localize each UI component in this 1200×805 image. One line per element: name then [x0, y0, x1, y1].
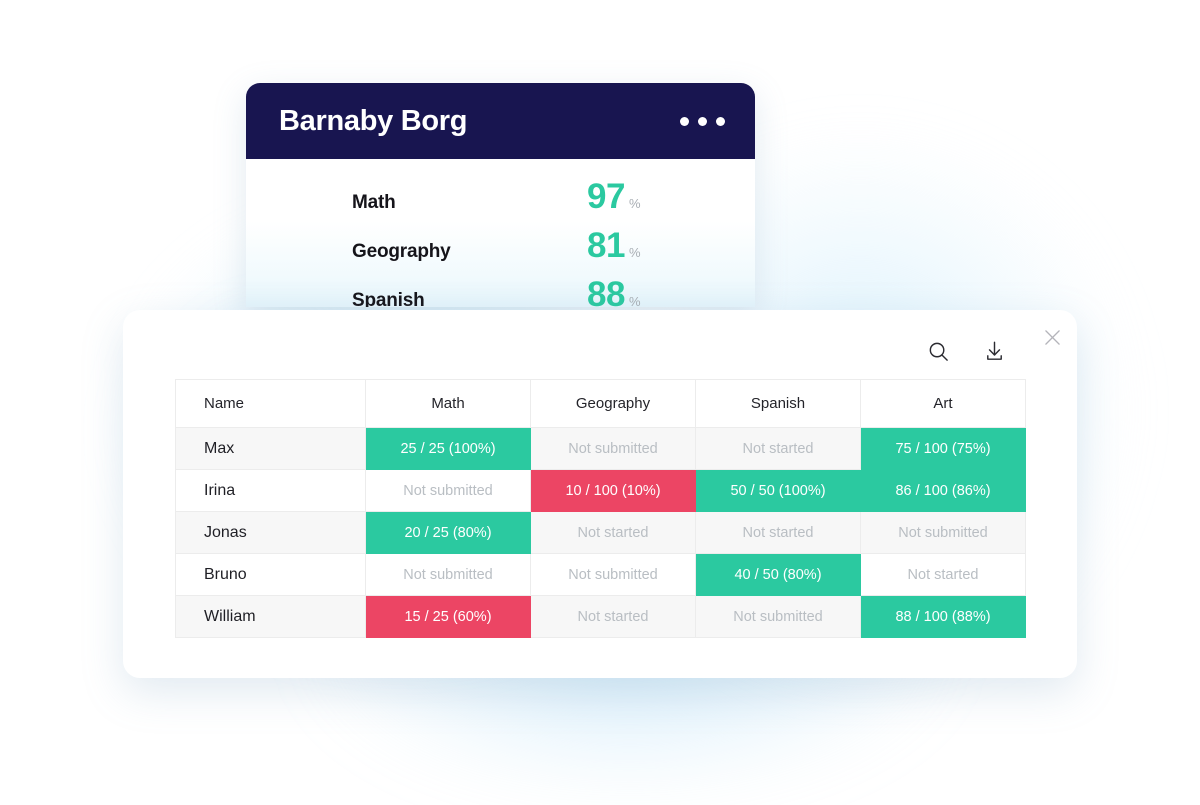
column-header-name[interactable]: Name — [175, 379, 366, 428]
student-name-cell: Bruno — [175, 553, 366, 596]
dot-3 — [716, 116, 725, 126]
grade-cell: 50 / 50 (100%) — [695, 469, 861, 512]
grade-score-value: 88 — [587, 275, 625, 307]
student-name-cell: Irina — [175, 469, 366, 512]
table-row[interactable]: Jonas 20 / 25 (80%) Not started Not star… — [175, 511, 1026, 554]
grade-subject-label: Spanish — [352, 290, 425, 307]
student-name-title: Barnaby Borg — [279, 104, 468, 137]
grade-cell: Not submitted — [530, 427, 696, 470]
close-button[interactable] — [1039, 324, 1065, 350]
grade-cell: 10 / 100 (10%) — [530, 469, 696, 512]
search-icon — [929, 342, 948, 361]
grade-cell: 86 / 100 (86%) — [860, 469, 1026, 512]
grade-cell: Not started — [695, 427, 861, 470]
grade-cell: Not submitted — [860, 511, 1026, 554]
modal-toolbar — [919, 332, 1013, 370]
dot-1 — [680, 116, 689, 126]
student-summary-card: Barnaby Borg Math 97 % Geography 81 % Sp… — [246, 83, 755, 307]
grade-score-value: 97 — [587, 177, 625, 216]
column-header-geography[interactable]: Geography — [530, 379, 696, 428]
search-button[interactable] — [919, 332, 957, 370]
student-name-cell: William — [175, 595, 366, 638]
column-header-math[interactable]: Math — [365, 379, 531, 428]
grade-cell: 20 / 25 (80%) — [365, 511, 531, 554]
student-name-cell: Max — [175, 427, 366, 470]
grade-cell: Not submitted — [695, 595, 861, 638]
grade-cell: 88 / 100 (88%) — [860, 595, 1026, 638]
student-card-header: Barnaby Borg — [246, 83, 755, 159]
student-card-body: Math 97 % Geography 81 % Spanish 88 % — [246, 159, 755, 307]
grade-subject-label: Math — [352, 192, 396, 213]
close-icon — [1044, 329, 1060, 345]
grade-cell: 75 / 100 (75%) — [860, 427, 1026, 470]
table-header-row: Name Math Geography Spanish Art — [175, 379, 1026, 428]
download-icon — [986, 341, 1002, 360]
table-row[interactable]: William 15 / 25 (60%) Not started Not su… — [175, 595, 1026, 638]
grade-cell: Not submitted — [365, 469, 531, 512]
grades-modal: Name Math Geography Spanish Art Max 25 /… — [123, 310, 1077, 678]
grade-cell: Not submitted — [365, 553, 531, 596]
column-header-art[interactable]: Art — [860, 379, 1026, 428]
grade-row: Math 97 % — [246, 177, 755, 226]
grade-cell: Not started — [695, 511, 861, 554]
download-button[interactable] — [975, 332, 1013, 370]
grade-cell: Not started — [530, 595, 696, 638]
grade-row: Geography 81 % — [246, 226, 755, 275]
table-row[interactable]: Max 25 / 25 (100%) Not submitted Not sta… — [175, 427, 1026, 470]
grade-cell: 40 / 50 (80%) — [695, 553, 861, 596]
grade-cell: 15 / 25 (60%) — [365, 595, 531, 638]
column-header-spanish[interactable]: Spanish — [695, 379, 861, 428]
more-horizontal-icon[interactable] — [680, 116, 725, 126]
grade-subject-label: Geography — [352, 241, 451, 262]
table-row[interactable]: Bruno Not submitted Not submitted 40 / 5… — [175, 553, 1026, 596]
grade-cell: Not submitted — [530, 553, 696, 596]
percent-symbol: % — [628, 196, 641, 211]
grade-cell: Not started — [530, 511, 696, 554]
dot-2 — [698, 116, 707, 126]
grade-cell: Not started — [860, 553, 1026, 596]
grade-score-value: 81 — [587, 226, 625, 265]
percent-symbol: % — [628, 245, 641, 260]
percent-symbol: % — [628, 294, 641, 307]
table-row[interactable]: Irina Not submitted 10 / 100 (10%) 50 / … — [175, 469, 1026, 512]
grade-row: Spanish 88 % — [246, 275, 755, 307]
grades-table: Name Math Geography Spanish Art Max 25 /… — [175, 379, 1026, 638]
student-name-cell: Jonas — [175, 511, 366, 554]
grade-cell: 25 / 25 (100%) — [365, 427, 531, 470]
